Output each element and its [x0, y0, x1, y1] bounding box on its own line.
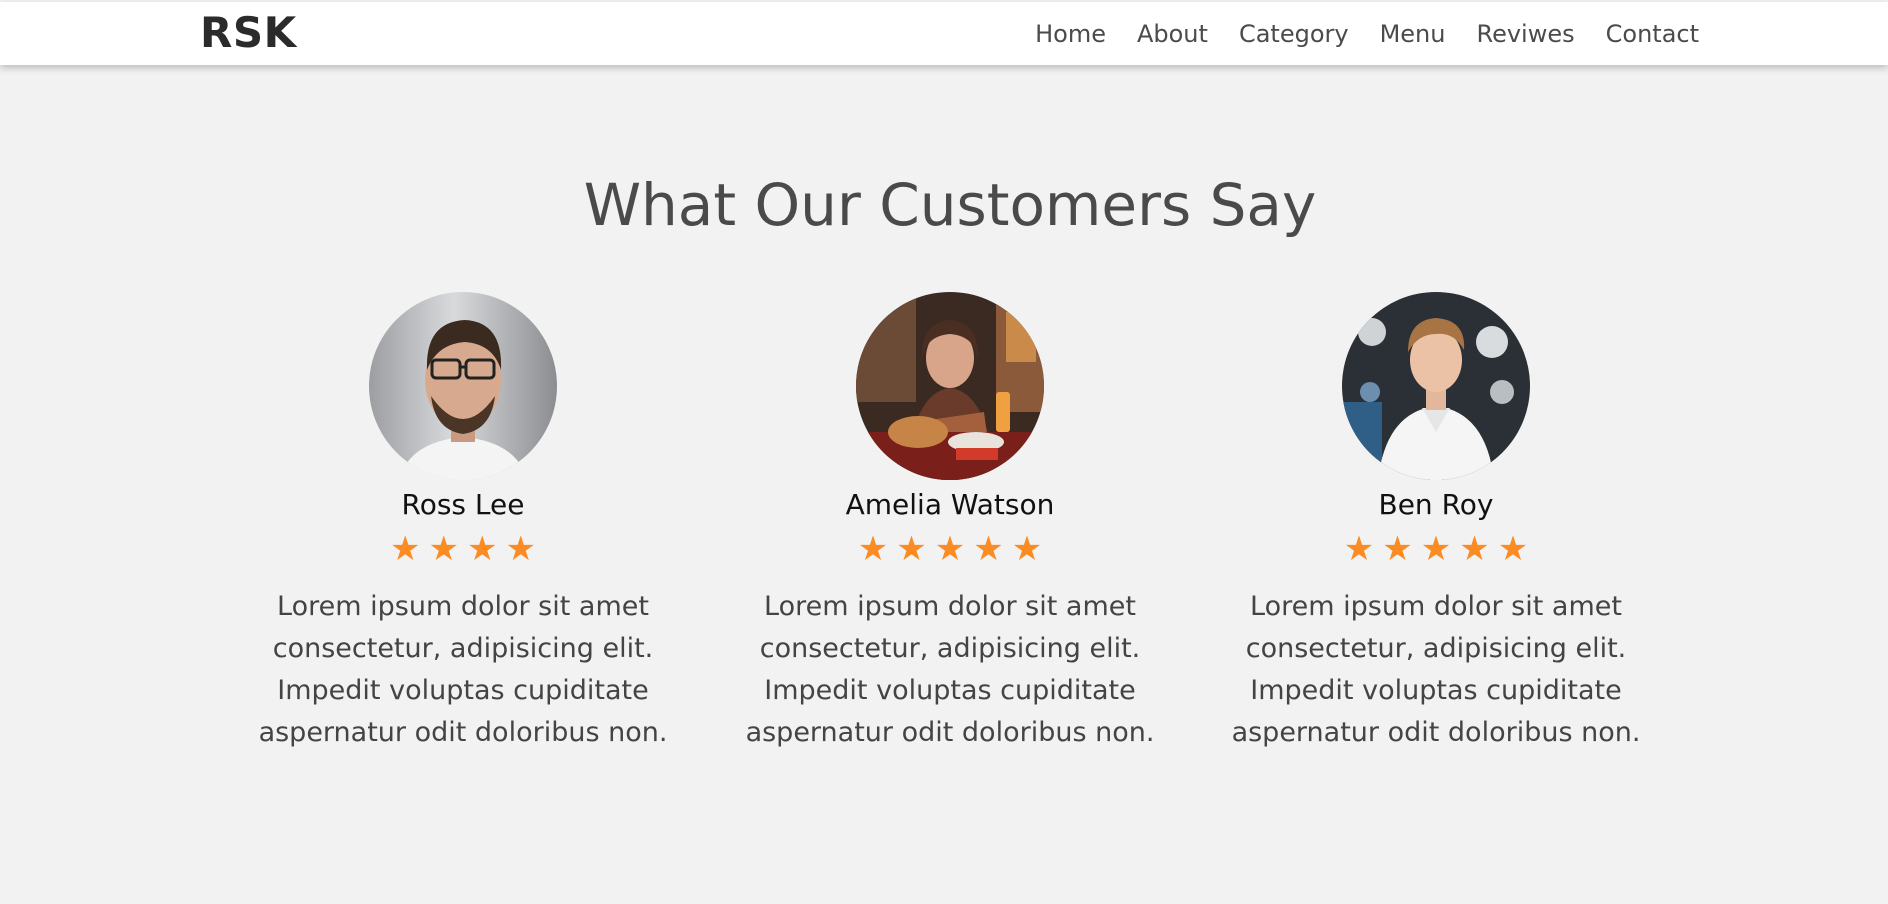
man-glasses-photo-icon [369, 292, 557, 480]
nav-contact-link[interactable]: Contact [1606, 22, 1699, 46]
star-icon: ★ [934, 528, 966, 569]
star-icon: ★ [1011, 528, 1043, 569]
star-icon: ★ [973, 528, 1004, 569]
review-card: Amelia Watson ★ ★ ★ ★ ★ Lorem ipsum dolor si… [720, 292, 1180, 754]
star-icon: ★ [505, 528, 536, 569]
nav-menu-link[interactable]: Menu [1380, 22, 1446, 46]
customer-avatar [1342, 292, 1530, 480]
star-icon: ★ [1420, 528, 1452, 569]
brand-logo[interactable]: RSK [200, 12, 297, 54]
customer-name: Ross Lee [401, 488, 525, 521]
customer-name: Amelia Watson [845, 488, 1055, 521]
nav-links: Home About Category Menu Reviwes Contact [1035, 22, 1699, 46]
review-text: Lorem ipsum dolor sit amet consectetur, … [745, 590, 1155, 748]
star-icon: ★ [1382, 528, 1413, 569]
navbar: RSK Home About Category Menu Reviwes Con… [0, 2, 1888, 65]
nav-about-link[interactable]: About [1137, 22, 1208, 46]
customer-avatar [369, 292, 557, 480]
star-rating: ★ ★ ★ ★ ★ [1206, 532, 1666, 566]
nav-category-link[interactable]: Category [1239, 22, 1349, 46]
young-man-shirt-photo-icon [1342, 292, 1530, 480]
customer-avatar [856, 292, 1044, 480]
star-rating: ★ ★ ★ ★ [233, 532, 693, 566]
woman-restaurant-photo-icon [856, 292, 1044, 480]
star-icon: ★ [896, 528, 927, 569]
section-title: What Our Customers Say [583, 171, 1317, 239]
star-icon: ★ [390, 528, 421, 569]
review-card: Ben Roy ★ ★ ★ ★ ★ Lorem ipsum dolor sit amet… [1206, 292, 1666, 754]
nav-reviews-link[interactable]: Reviwes [1476, 22, 1574, 46]
star-icon: ★ [467, 528, 498, 569]
customer-name: Ben Roy [1378, 488, 1494, 521]
star-rating: ★ ★ ★ ★ ★ [720, 532, 1180, 566]
star-icon: ★ [428, 528, 459, 569]
review-text: Lorem ipsum dolor sit amet consectetur, … [258, 590, 668, 748]
review-text: Lorem ipsum dolor sit amet consectetur, … [1231, 590, 1641, 748]
star-icon: ★ [857, 528, 889, 569]
star-icon: ★ [1343, 528, 1375, 569]
star-icon: ★ [1497, 528, 1529, 569]
nav-home-link[interactable]: Home [1035, 22, 1106, 46]
review-card: Ross Lee ★ ★ ★ ★ Lorem ipsum dolor sit amet… [233, 292, 693, 754]
star-icon: ★ [1459, 528, 1490, 569]
